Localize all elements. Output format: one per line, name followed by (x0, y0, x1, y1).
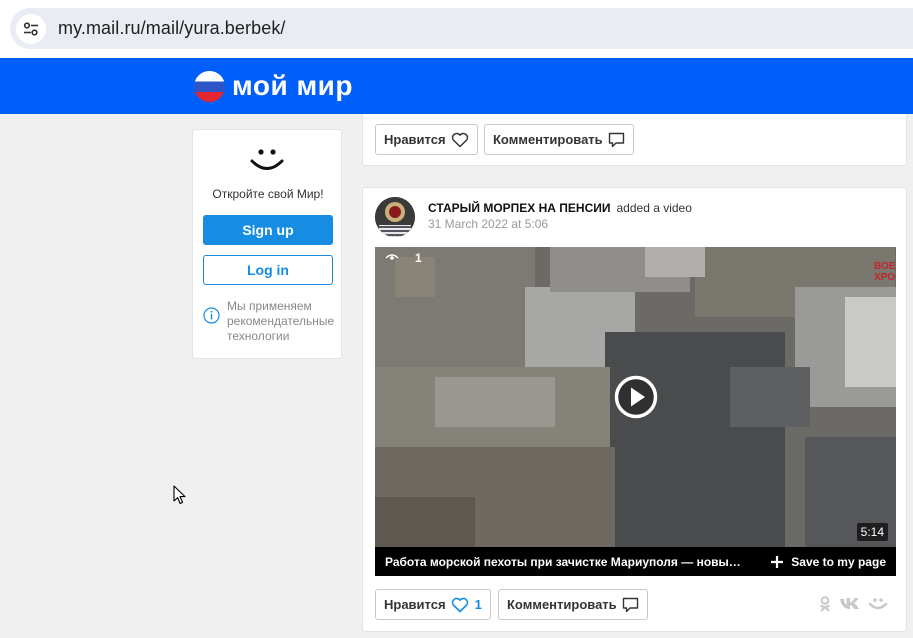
play-icon[interactable] (614, 375, 658, 419)
plus-icon (771, 555, 784, 568)
site-header: мой мир (0, 58, 913, 114)
odnoklassniki-icon[interactable] (818, 596, 832, 612)
comment-label: Комментировать (507, 597, 617, 612)
share-icons (818, 596, 888, 612)
comment-button[interactable]: Комментировать (484, 124, 634, 155)
login-button[interactable]: Log in (203, 255, 333, 285)
recommendation-text: Мы применяем рекомендательные технологии (227, 299, 335, 343)
signup-button[interactable]: Sign up (203, 215, 333, 245)
moimir-logo[interactable]: мой мир (194, 70, 353, 102)
author-avatar[interactable] (375, 197, 415, 237)
comment-label: Комментировать (493, 132, 603, 147)
save-label: Save to my page (791, 554, 886, 569)
vk-icon[interactable] (839, 597, 861, 611)
signup-tagline: Откройте свой Мир! (212, 187, 324, 201)
post-action: added a video (616, 201, 692, 215)
video-post-card: СТАРЫЙ МОРПЕХ НА ПЕНСИИ added a video 31 … (362, 187, 907, 632)
like-button[interactable]: Нравится (375, 124, 478, 155)
like-count: 1 (474, 597, 482, 612)
flag-logo-icon (194, 70, 225, 102)
moimir-icon[interactable] (868, 597, 888, 611)
save-to-page-button[interactable]: Save to my page (771, 555, 886, 569)
address-bar[interactable]: my.mail.ru/mail/yura.berbek/ (10, 8, 913, 49)
video-views: 1 (385, 251, 422, 265)
url-text[interactable]: my.mail.ru/mail/yura.berbek/ (58, 18, 286, 39)
smiley-icon (250, 149, 284, 170)
site-settings-icon[interactable] (16, 13, 46, 44)
previous-post-footer: Нравится Комментировать (362, 114, 907, 166)
video-duration: 5:14 (856, 523, 888, 541)
signup-card: Откройте свой Мир! Sign up Log in Мы при… (192, 129, 342, 359)
video-title[interactable]: Работа морской пехоты при зачистке Мариу… (385, 555, 741, 569)
info-icon (203, 307, 220, 324)
like-label: Нравится (384, 597, 446, 612)
post-author[interactable]: СТАРЫЙ МОРПЕХ НА ПЕНСИИ added a video (428, 201, 692, 215)
logo-text: мой мир (232, 70, 353, 101)
views-count: 1 (415, 251, 422, 265)
browser-toolbar: my.mail.ru/mail/yura.berbek/ (0, 0, 913, 58)
mouse-cursor-icon (173, 485, 186, 505)
author-name[interactable]: СТАРЫЙ МОРПЕХ НА ПЕНСИИ (428, 201, 611, 215)
video-info-bar: Работа морской пехоты при зачистке Мариу… (375, 547, 896, 576)
recommendation-notice[interactable]: Мы применяем рекомендательные технологии (203, 299, 341, 344)
like-label: Нравится (384, 132, 446, 147)
heart-icon (451, 132, 468, 147)
video-player[interactable]: 1 ВОЕ ХРО 5:14 Работа морской пехоты при… (375, 247, 896, 576)
like-button[interactable]: Нравится 1 (375, 589, 491, 620)
heart-icon (451, 597, 468, 612)
post-date[interactable]: 31 March 2022 at 5:06 (428, 217, 548, 231)
comment-button[interactable]: Комментировать (498, 589, 648, 620)
channel-watermark: ВОЕ ХРО (874, 261, 896, 283)
comment-icon (608, 132, 624, 147)
comment-icon (622, 597, 638, 612)
eye-icon (385, 254, 399, 260)
